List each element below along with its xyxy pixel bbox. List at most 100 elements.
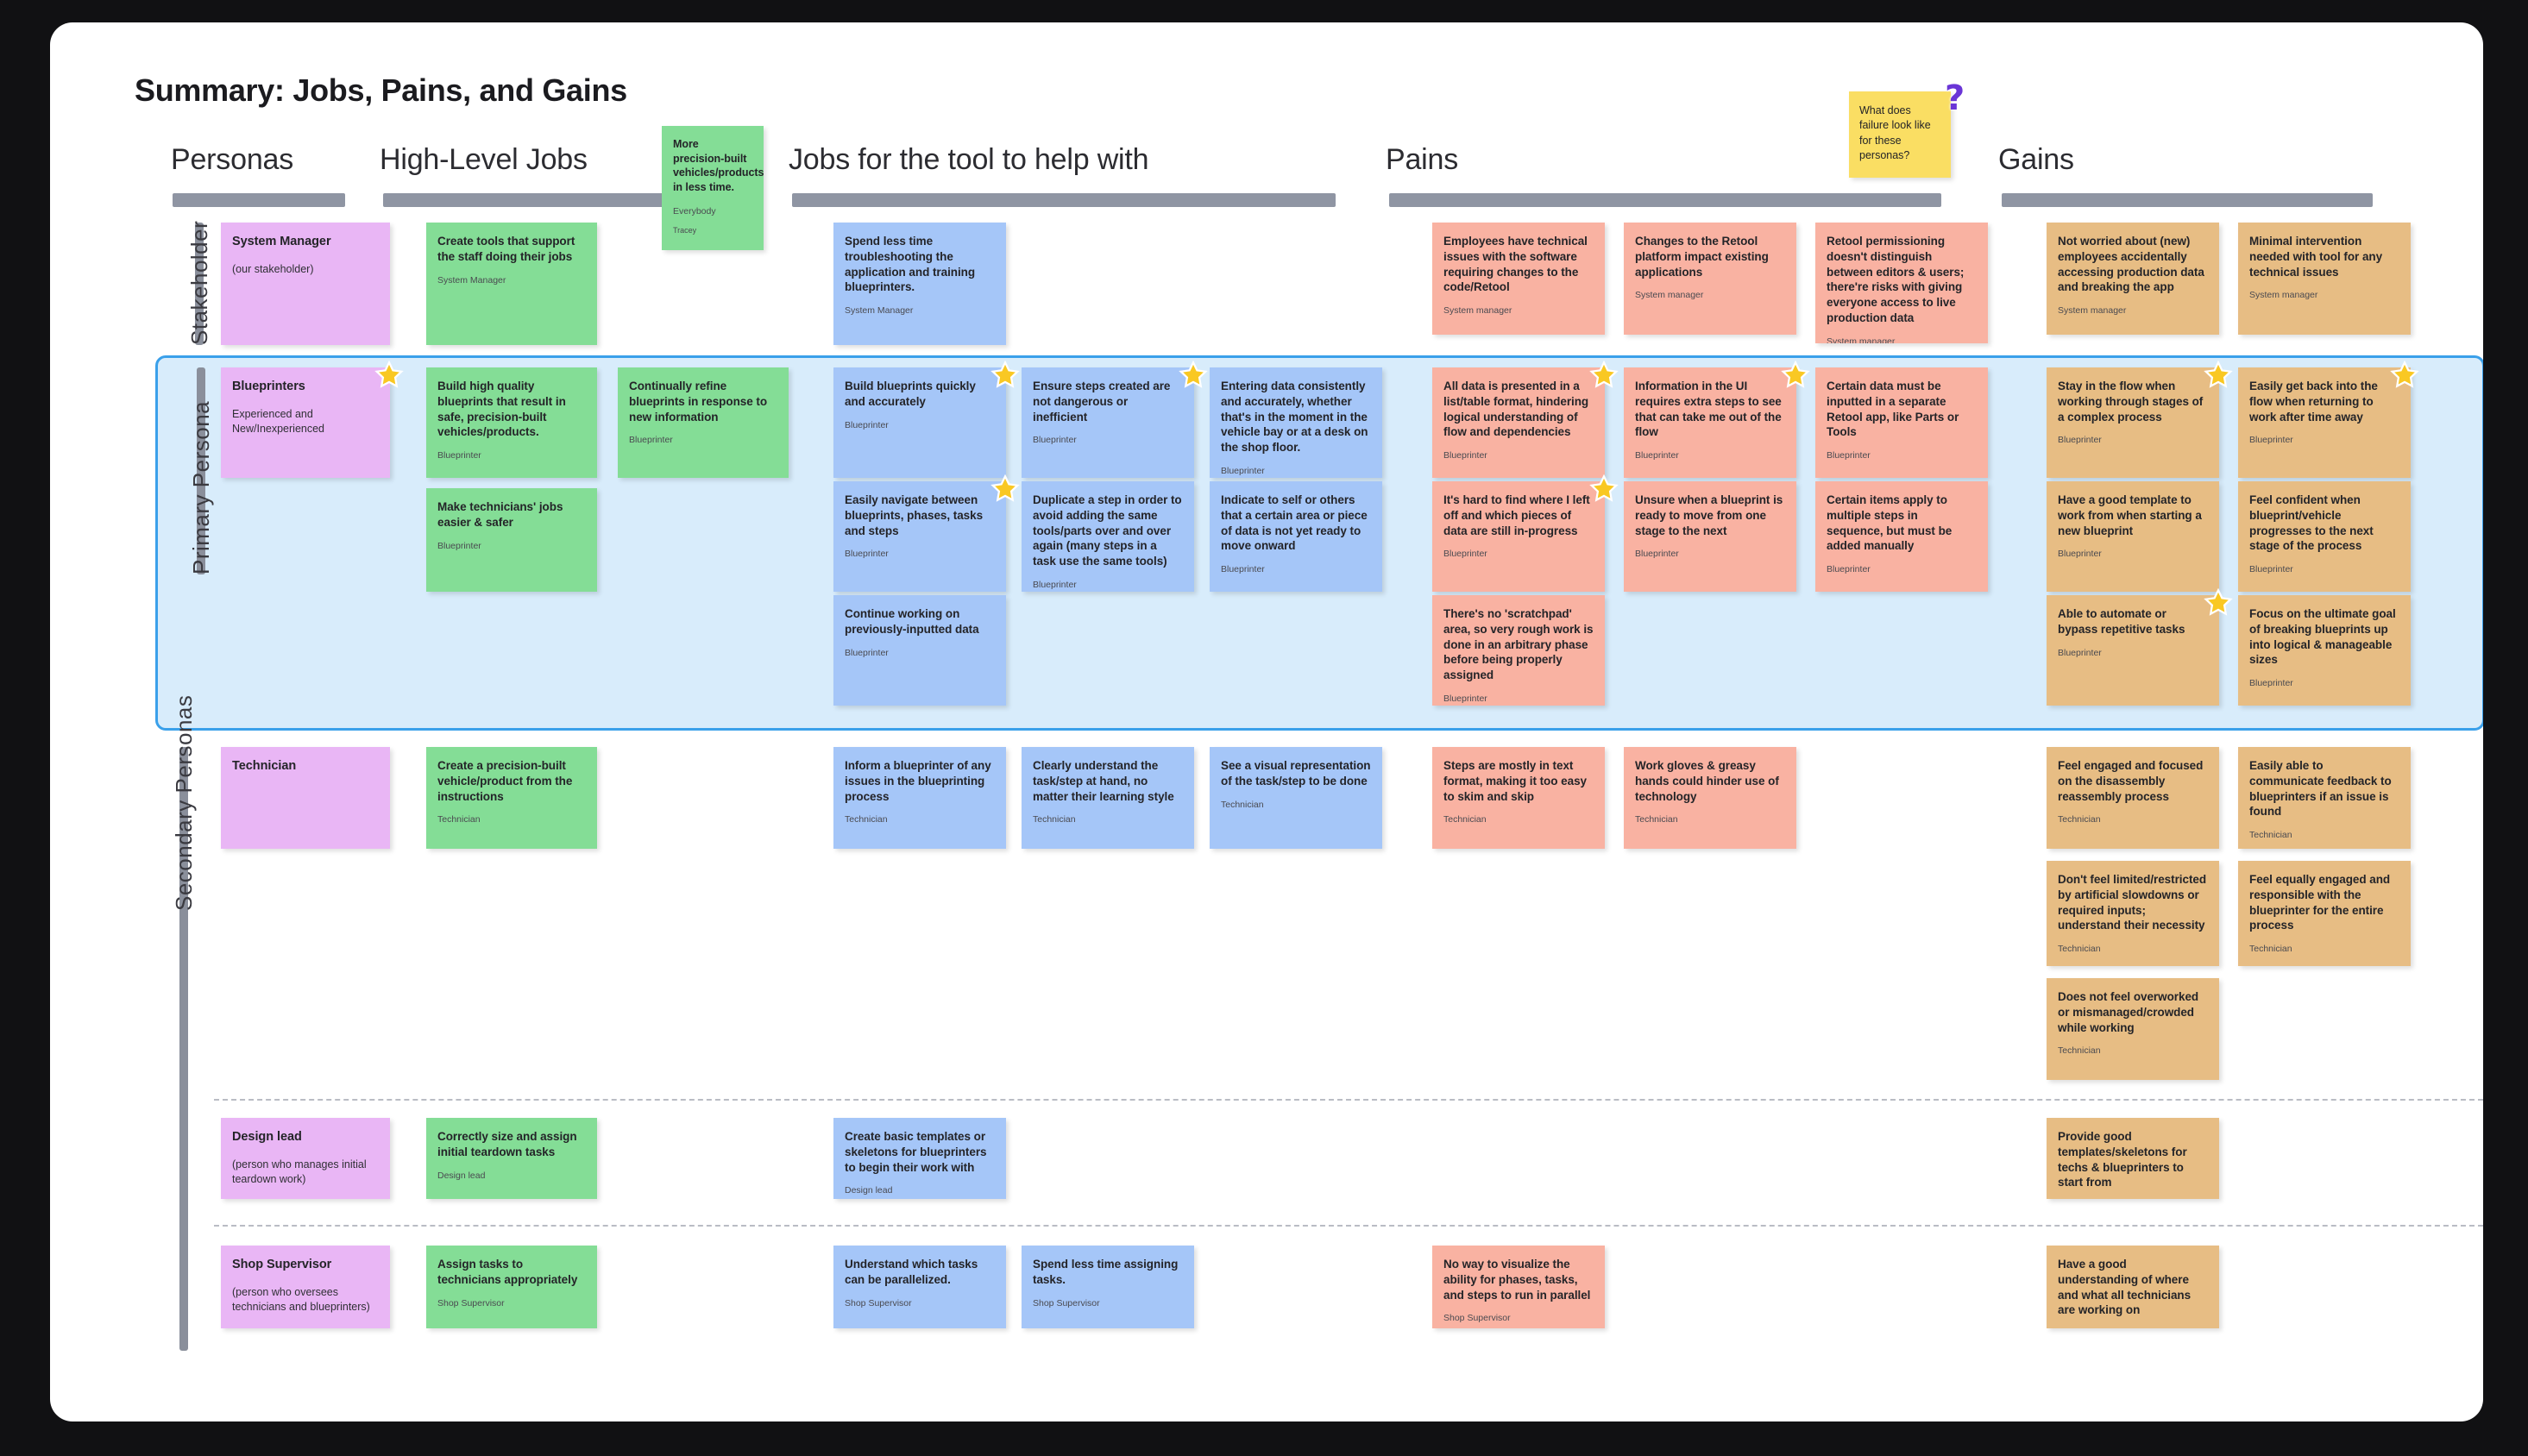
sticky-gain-stakeholder-2[interactable]: Minimal intervention needed with tool fo…: [2238, 223, 2411, 335]
sticky-persona-system-manager[interactable]: System Manager (our stakeholder): [221, 223, 390, 345]
sticky-gain-design-lead-1[interactable]: Provide good templates/skeletons for tec…: [2047, 1118, 2219, 1199]
sticky-tooljob-primary-7[interactable]: Continue working on previously-inputted …: [833, 595, 1006, 706]
page-title: Summary: Jobs, Pains, and Gains: [135, 72, 627, 108]
column-header-high-level-jobs: High-Level Jobs: [380, 143, 588, 176]
note-meta: Blueprinter: [1033, 435, 1077, 446]
sticky-tooljob-stakeholder-1[interactable]: Spend less time troubleshooting the appl…: [833, 223, 1006, 345]
sticky-pain-stakeholder-1[interactable]: Employees have technical issues with the…: [1432, 223, 1605, 335]
note-meta: Blueprinter: [1827, 450, 1871, 461]
sticky-job-design-lead-1[interactable]: Correctly size and assign initial teardo…: [426, 1118, 597, 1199]
note-body: It's hard to find where I left off and w…: [1443, 493, 1590, 537]
note-body: System Manager: [232, 235, 331, 248]
note-body: Indicate to self or others that a certai…: [1221, 493, 1368, 553]
note-body: Changes to the Retool platform impact ex…: [1635, 235, 1769, 279]
sticky-persona-blueprinters[interactable]: Blueprinters Experienced and New/Inexper…: [221, 367, 390, 478]
sticky-job-shop-supervisor-1[interactable]: Assign tasks to technicians appropriatel…: [426, 1246, 597, 1328]
note-meta: Blueprinter: [1033, 580, 1077, 591]
sticky-tooljob-shop-supervisor-1[interactable]: Understand which tasks can be paralleliz…: [833, 1246, 1006, 1328]
note-meta: Technician: [2058, 1045, 2101, 1057]
note-meta: System manager: [1827, 336, 1896, 343]
sticky-gain-primary-1[interactable]: Stay in the flow when working through st…: [2047, 367, 2219, 478]
floating-outcome-note[interactable]: More precision-built vehicles/products i…: [662, 126, 764, 250]
note-body: Spend less time assigning tasks.: [1033, 1258, 1179, 1286]
note-meta: Blueprinter: [1443, 450, 1487, 461]
sticky-gain-technician-1[interactable]: Feel engaged and focused on the disassem…: [2047, 747, 2219, 849]
column-header-personas: Personas: [171, 143, 294, 176]
sticky-pain-technician-1[interactable]: Steps are mostly in text format, making …: [1432, 747, 1605, 849]
note-body: Not worried about (new) employees accide…: [2058, 235, 2204, 294]
sticky-job-primary-2[interactable]: Continually refine blueprints in respons…: [618, 367, 789, 478]
header-bar-personas: [173, 193, 345, 207]
note-body: Shop Supervisor: [232, 1258, 332, 1271]
sticky-gain-primary-5[interactable]: Able to automate or bypass repetitive ta…: [2047, 595, 2219, 706]
sticky-tooljob-design-lead-1[interactable]: Create basic templates or skeletons for …: [833, 1118, 1006, 1199]
sticky-pain-primary-2[interactable]: Information in the UI requires extra ste…: [1624, 367, 1796, 478]
note-body: Entering data consistently and accuratel…: [1221, 380, 1368, 455]
sticky-job-primary-3[interactable]: Make technicians' jobs easier & safer Bl…: [426, 488, 597, 592]
header-bar-pains: [1389, 193, 1941, 207]
sticky-pain-technician-2[interactable]: Work gloves & greasy hands could hinder …: [1624, 747, 1796, 849]
note-body: Blueprinters: [232, 380, 305, 393]
sticky-pain-primary-4[interactable]: It's hard to find where I left off and w…: [1432, 481, 1605, 592]
note-body: Technician: [232, 759, 297, 773]
note-meta: Blueprinter: [2058, 549, 2102, 560]
sticky-pain-stakeholder-2[interactable]: Changes to the Retool platform impact ex…: [1624, 223, 1796, 335]
whiteboard-canvas[interactable]: Summary: Jobs, Pains, and Gains Personas…: [50, 22, 2483, 1421]
note-meta: Blueprinter: [1443, 693, 1487, 705]
note-body: See a visual representation of the task/…: [1221, 759, 1371, 788]
note-body: Unsure when a blueprint is ready to move…: [1635, 493, 1783, 537]
sticky-gain-technician-3[interactable]: Don't feel limited/restricted by artific…: [2047, 861, 2219, 966]
sticky-tooljob-technician-1[interactable]: Inform a blueprinter of any issues in th…: [833, 747, 1006, 849]
sticky-gain-technician-5[interactable]: Does not feel overworked or mismanaged/c…: [2047, 978, 2219, 1080]
sticky-gain-primary-4[interactable]: Feel confident when blueprint/vehicle pr…: [2238, 481, 2411, 592]
header-bar-gains: [2002, 193, 2373, 207]
sticky-job-technician-1[interactable]: Create a precision-built vehicle/product…: [426, 747, 597, 849]
sticky-gain-primary-2[interactable]: Easily get back into the flow when retur…: [2238, 367, 2411, 478]
question-sticky-note[interactable]: What does failure look like for these pe…: [1849, 91, 1951, 178]
note-meta: Blueprinter: [629, 435, 673, 446]
sticky-pain-primary-1[interactable]: All data is presented in a list/table fo…: [1432, 367, 1605, 478]
note-body: There's no 'scratchpad' area, so very ro…: [1443, 607, 1594, 682]
sticky-tooljob-technician-3[interactable]: See a visual representation of the task/…: [1210, 747, 1382, 849]
sticky-gain-shop-supervisor-1[interactable]: Have a good understanding of where and w…: [2047, 1246, 2219, 1328]
sticky-persona-technician[interactable]: Technician: [221, 747, 390, 849]
sticky-tooljob-primary-4[interactable]: Easily navigate between blueprints, phas…: [833, 481, 1006, 592]
note-meta: System manager: [2249, 290, 2318, 301]
note-meta: Blueprinter: [437, 540, 481, 551]
sticky-gain-stakeholder-1[interactable]: Not worried about (new) employees accide…: [2047, 223, 2219, 335]
note-body: Create basic templates or skeletons for …: [845, 1130, 987, 1174]
note-body: Spend less time troubleshooting the appl…: [845, 235, 976, 294]
sticky-persona-shop-supervisor[interactable]: Shop Supervisor (person who oversees tec…: [221, 1246, 390, 1328]
sticky-gain-technician-4[interactable]: Feel equally engaged and responsible wit…: [2238, 861, 2411, 966]
note-meta: Shop Supervisor: [845, 1297, 912, 1309]
sticky-tooljob-primary-6[interactable]: Indicate to self or others that a certai…: [1210, 481, 1382, 592]
sticky-pain-shop-supervisor-1[interactable]: No way to visualize the ability for phas…: [1432, 1246, 1605, 1328]
sticky-gain-primary-3[interactable]: Have a good template to work from when s…: [2047, 481, 2219, 592]
note-body: Easily able to communicate feedback to b…: [2249, 759, 2392, 819]
sticky-pain-primary-3[interactable]: Certain data must be inputted in a separ…: [1815, 367, 1988, 478]
note-body: Have a good understanding of where and w…: [2058, 1258, 2192, 1317]
sticky-gain-technician-2[interactable]: Easily able to communicate feedback to b…: [2238, 747, 2411, 849]
sticky-job-primary-1[interactable]: Build high quality blueprints that resul…: [426, 367, 597, 478]
note-body: Build blueprints quickly and accurately: [845, 380, 976, 408]
sticky-gain-primary-6[interactable]: Focus on the ultimate goal of breaking b…: [2238, 595, 2411, 706]
sticky-tooljob-primary-2[interactable]: Ensure steps created are not dangerous o…: [1022, 367, 1194, 478]
sticky-job-stakeholder-1[interactable]: Create tools that support the staff doin…: [426, 223, 597, 345]
sticky-tooljob-shop-supervisor-2[interactable]: Spend less time assigning tasks. Shop Su…: [1022, 1246, 1194, 1328]
sticky-tooljob-primary-5[interactable]: Duplicate a step in order to avoid addin…: [1022, 481, 1194, 592]
sticky-tooljob-primary-1[interactable]: Build blueprints quickly and accurately …: [833, 367, 1006, 478]
sticky-persona-design-lead[interactable]: Design lead (person who manages initial …: [221, 1118, 390, 1199]
note-meta: Experienced and New/Inexperienced: [232, 408, 325, 435]
sticky-pain-primary-5[interactable]: Unsure when a blueprint is ready to move…: [1624, 481, 1796, 592]
sticky-tooljob-primary-3[interactable]: Entering data consistently and accuratel…: [1210, 367, 1382, 478]
note-meta: Technician: [2058, 944, 2101, 955]
sticky-pain-primary-6[interactable]: Certain items apply to multiple steps in…: [1815, 481, 1988, 592]
note-meta: Technician: [845, 814, 888, 825]
sticky-pain-stakeholder-3[interactable]: Retool permissioning doesn't distinguish…: [1815, 223, 1988, 343]
note-meta: Blueprinter: [1635, 450, 1679, 461]
note-body: Information in the UI requires extra ste…: [1635, 380, 1782, 439]
note-body: Clearly understand the task/step at hand…: [1033, 759, 1174, 803]
sticky-tooljob-technician-2[interactable]: Clearly understand the task/step at hand…: [1022, 747, 1194, 849]
note-body: Certain data must be inputted in a separ…: [1827, 380, 1959, 439]
sticky-pain-primary-7[interactable]: There's no 'scratchpad' area, so very ro…: [1432, 595, 1605, 706]
